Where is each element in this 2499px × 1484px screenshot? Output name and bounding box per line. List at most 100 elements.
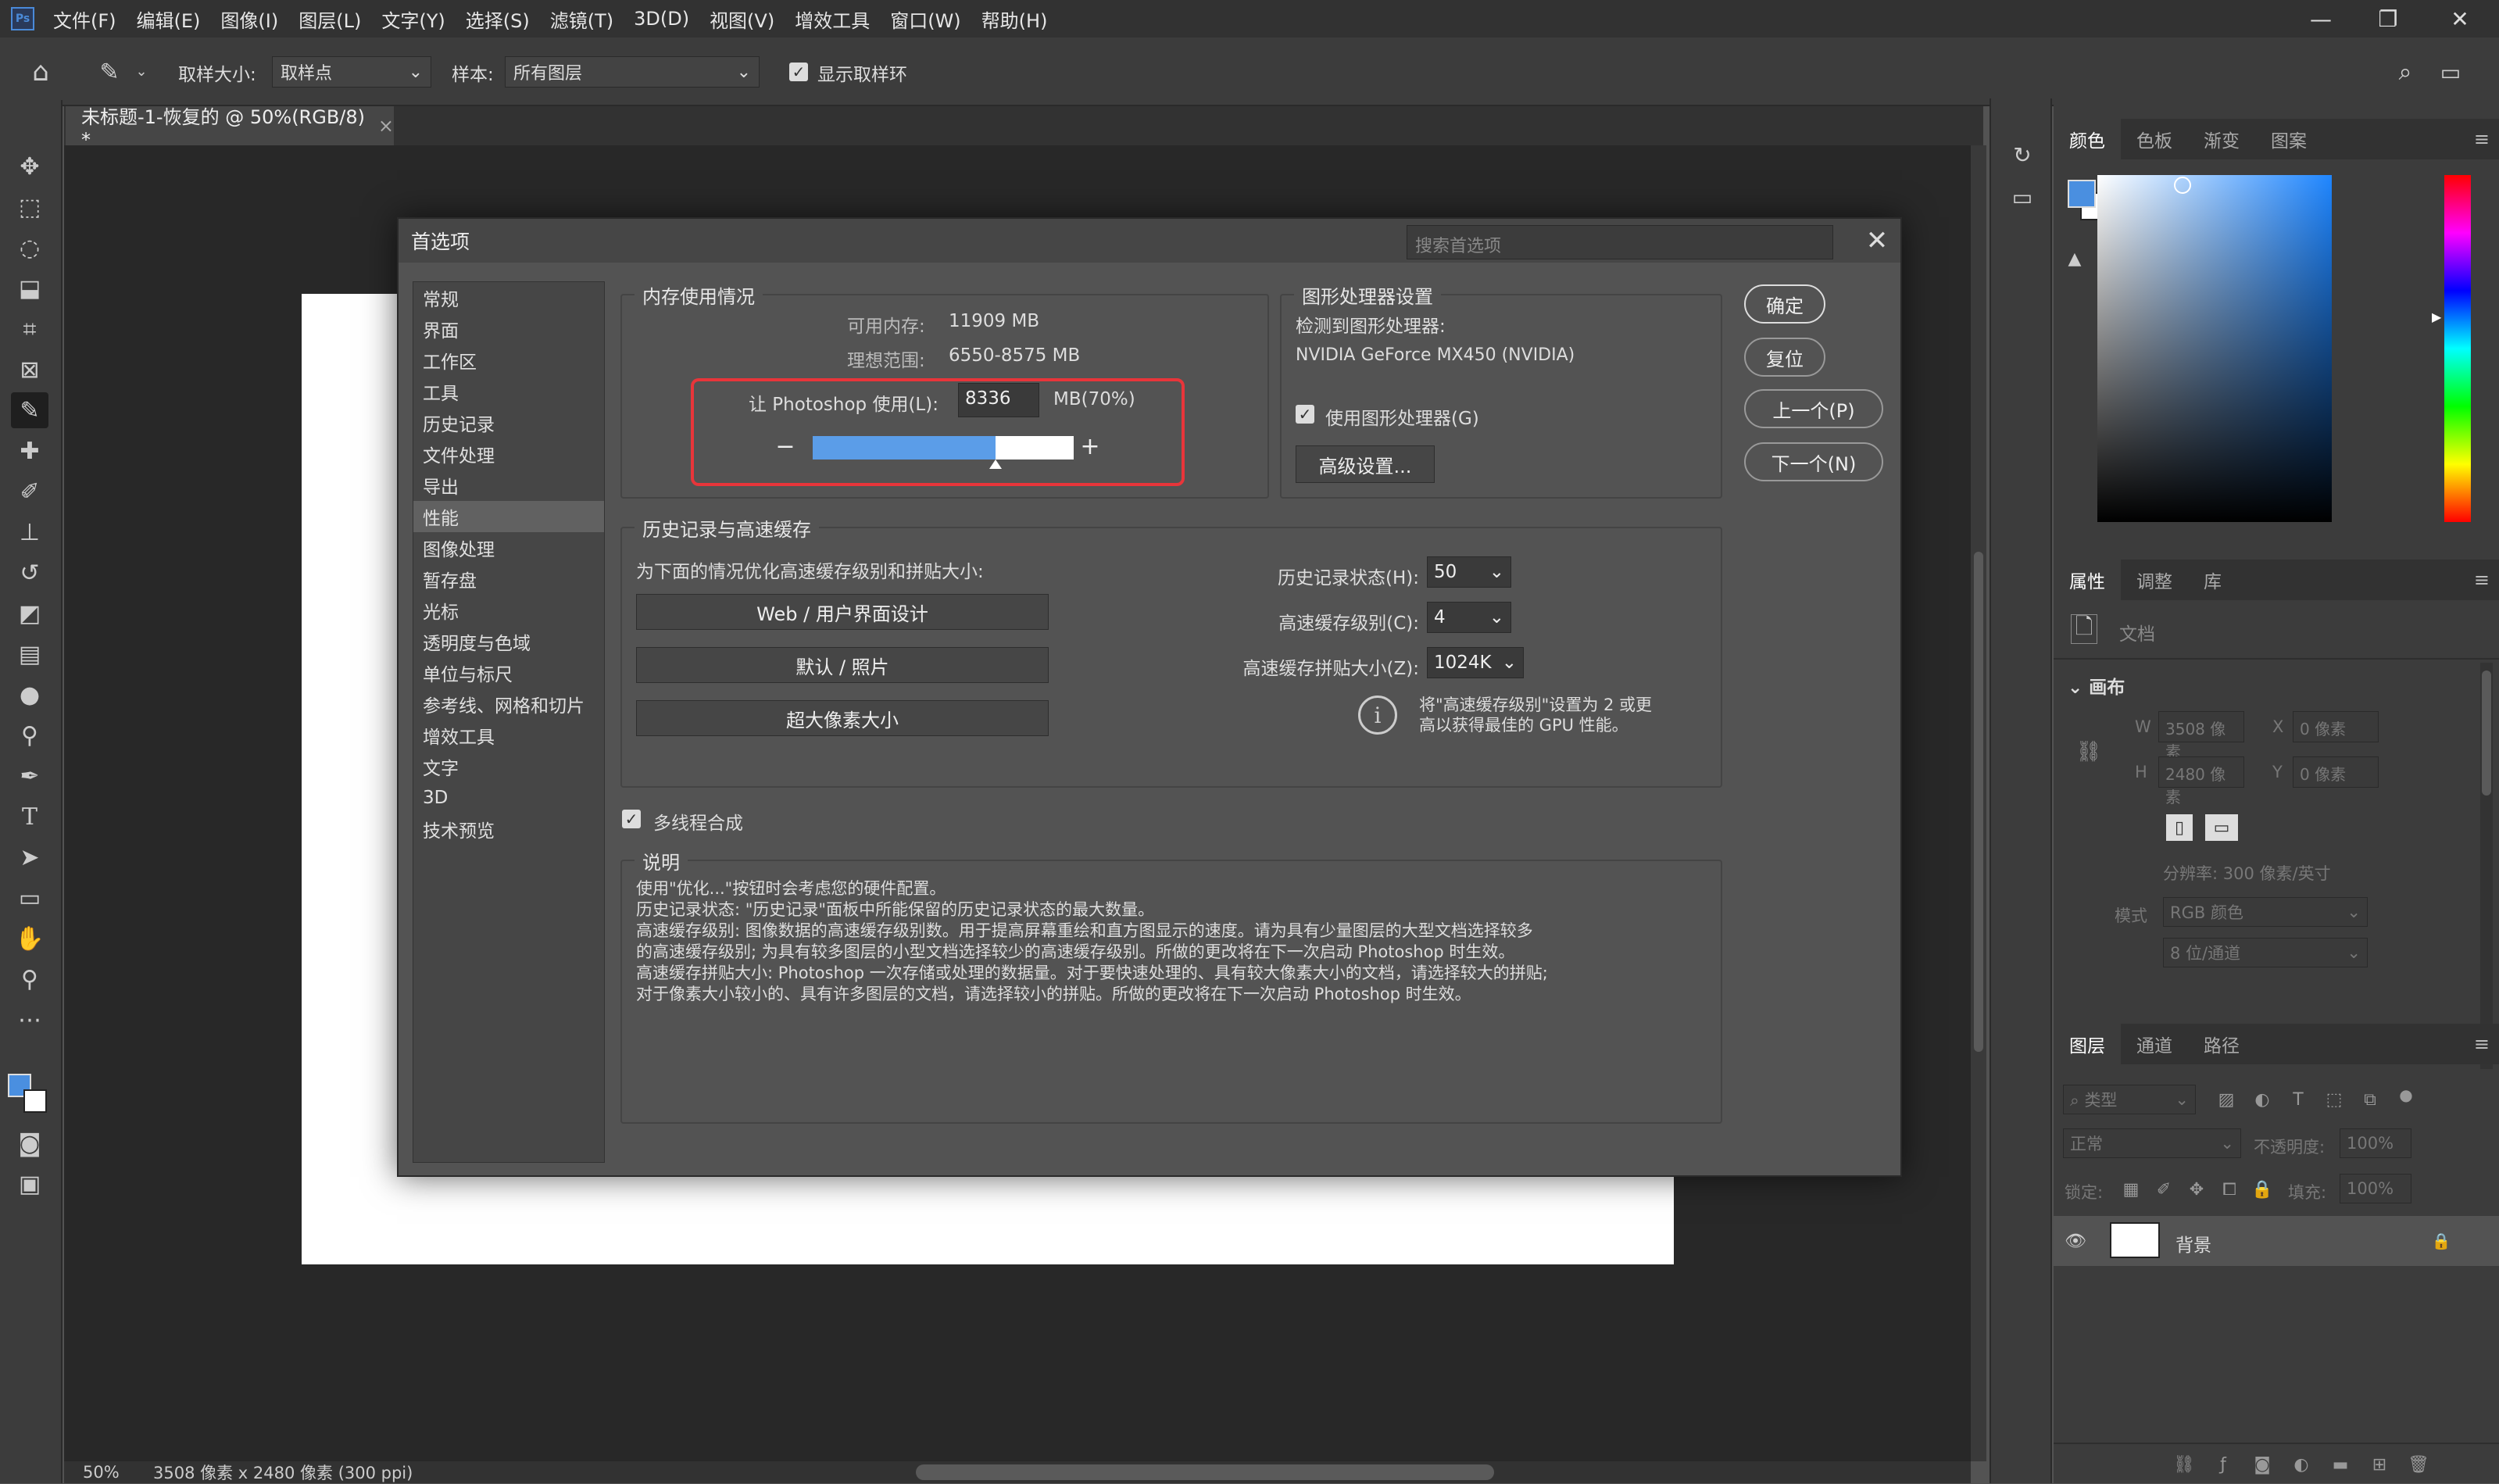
nav-export[interactable]: 导出 [413, 470, 604, 501]
menu-select[interactable]: 选择(S) [466, 5, 530, 33]
opacity-field[interactable]: 100% [2340, 1128, 2411, 1158]
crop-tool-icon[interactable]: ⌗ [11, 311, 48, 347]
memory-amount-input[interactable]: 8336 [958, 383, 1039, 417]
background-color-swatch[interactable] [23, 1089, 47, 1113]
link-layers-icon[interactable]: ⛓ [2171, 1452, 2197, 1477]
tab-gradients[interactable]: 渐变 [2188, 126, 2255, 152]
layer-name[interactable]: 背景 [2175, 1230, 2211, 1257]
rectangle-tool-icon[interactable]: ▭ [11, 880, 48, 916]
nav-performance[interactable]: 性能 [413, 501, 604, 532]
close-window-icon[interactable]: ✕ [2429, 0, 2491, 38]
link-icon[interactable]: ⛓ [2076, 736, 2102, 767]
preferences-search-input[interactable]: 搜索首选项 [1407, 225, 1833, 259]
tab-adjustments[interactable]: 调整 [2121, 567, 2188, 593]
tab-color[interactable]: 颜色 [2054, 119, 2121, 159]
tab-channels[interactable]: 通道 [2121, 1031, 2188, 1057]
color-picker-handle[interactable] [2174, 177, 2191, 194]
eyedropper-tool-icon[interactable]: ✎ [11, 392, 48, 428]
lock-pixels-icon[interactable]: ✐ [2152, 1177, 2175, 1202]
sample-select[interactable]: 所有图层 ⌄ [505, 56, 760, 88]
layer-row[interactable]: 👁 背景 🔒 [2054, 1216, 2499, 1266]
frame-tool-icon[interactable]: ⊠ [11, 352, 48, 388]
layer-filter-select[interactable]: ⌕ 类型 ⌄ [2063, 1085, 2196, 1114]
cache-levels-field[interactable]: 4 ⌄ [1427, 602, 1511, 633]
y-field[interactable]: 0 像素 [2293, 756, 2379, 788]
lock-artboard-icon[interactable]: ⧠ [2218, 1177, 2241, 1202]
chevron-down-icon[interactable]: ⌄ [130, 59, 153, 83]
visibility-eye-icon[interactable]: 👁 [2061, 1227, 2090, 1255]
nav-general[interactable]: 常规 [413, 282, 604, 313]
new-layer-icon[interactable]: ⊞ [2366, 1452, 2393, 1477]
horizontal-scrollbar[interactable] [916, 1464, 1494, 1480]
use-gpu-checkbox[interactable]: ✓ [1296, 405, 1314, 424]
menu-plugins[interactable]: 增效工具 [795, 5, 870, 33]
minus-icon[interactable]: − [774, 433, 797, 460]
new-group-icon[interactable]: ▬ [2327, 1452, 2354, 1477]
nav-3d[interactable]: 3D [413, 782, 604, 814]
tab-layers[interactable]: 图层 [2054, 1024, 2121, 1064]
dialog-close-icon[interactable]: ✕ [1860, 223, 1894, 258]
screen-mode-icon[interactable]: ▣ [11, 1166, 48, 1202]
hue-pointer-icon[interactable]: ▶ [2432, 309, 2441, 324]
vertical-scrollbar[interactable] [1971, 145, 1986, 1461]
hand-tool-icon[interactable]: ✋ [11, 921, 48, 957]
cache-tile-size-select[interactable]: 1024K ⌄ [1427, 647, 1524, 678]
color-fg-swatch[interactable] [2068, 180, 2096, 208]
menu-file[interactable]: 文件(F) [53, 5, 116, 33]
filter-smart-object-icon[interactable]: ⧉ [2358, 1086, 2382, 1113]
bit-depth-select[interactable]: 8 位/通道 ⌄ [2163, 938, 2368, 967]
nav-file-handling[interactable]: 文件处理 [413, 438, 604, 470]
menu-edit[interactable]: 编辑(E) [137, 5, 201, 33]
nav-plugins[interactable]: 增效工具 [413, 720, 604, 751]
memory-slider-track[interactable] [813, 436, 1074, 469]
portrait-orientation-icon[interactable]: ▯ [2166, 814, 2193, 841]
nav-image-processing[interactable]: 图像处理 [413, 532, 604, 563]
lasso-tool-icon[interactable]: ◌ [11, 230, 48, 266]
stamp-tool-icon[interactable]: ⊥ [11, 514, 48, 550]
nav-units-rulers[interactable]: 单位与标尺 [413, 657, 604, 688]
optimize-huge-button[interactable]: 超大像素大小 [636, 700, 1049, 736]
optimize-web-button[interactable]: Web / 用户界面设计 [636, 594, 1049, 630]
previous-button[interactable]: 上一个(P) [1744, 389, 1883, 428]
filter-type-icon[interactable]: T [2286, 1086, 2310, 1113]
tab-patterns[interactable]: 图案 [2255, 126, 2322, 152]
zoom-tool-icon[interactable]: ⚲ [11, 961, 48, 997]
blend-mode-select[interactable]: 正常 ⌄ [2063, 1128, 2241, 1158]
eraser-tool-icon[interactable]: ◩ [11, 595, 48, 631]
nav-workspace[interactable]: 工作区 [413, 345, 604, 376]
filter-toggle-icon[interactable]: ● [2394, 1082, 2418, 1108]
nav-technology-previews[interactable]: 技术预览 [413, 814, 604, 845]
search-icon[interactable]: ⌕ [2388, 55, 2422, 89]
advanced-settings-button[interactable]: 高级设置... [1296, 445, 1435, 483]
gradient-tool-icon[interactable]: ▤ [11, 636, 48, 672]
workspace-icon[interactable]: ▭ [2433, 55, 2468, 89]
menu-layer[interactable]: 图层(L) [299, 5, 361, 33]
nav-interface[interactable]: 界面 [413, 313, 604, 345]
minimize-icon[interactable]: — [2290, 0, 2352, 38]
memory-slider-thumb[interactable] [989, 460, 1002, 469]
nav-type[interactable]: 文字 [413, 751, 604, 782]
more-tools-icon[interactable]: ⋯ [11, 1002, 48, 1038]
filter-shape-icon[interactable]: ⬚ [2322, 1086, 2346, 1113]
show-ring-checkbox[interactable]: ✓ [789, 63, 808, 81]
type-tool-icon[interactable]: T [11, 799, 48, 835]
document-tab[interactable]: 未标题-1-恢复的 @ 50%(RGB/8) * × [66, 106, 394, 151]
color-picker-field[interactable] [2097, 175, 2332, 522]
move-tool-icon[interactable]: ✥ [11, 148, 48, 184]
delete-layer-icon[interactable]: 🗑 [2405, 1452, 2432, 1477]
width-field[interactable]: 3508 像素 [2158, 711, 2244, 761]
panel-menu-icon[interactable]: ≡ [2474, 569, 2490, 591]
add-mask-icon[interactable]: ◙ [2249, 1452, 2276, 1477]
zoom-level[interactable]: 50% [83, 1463, 138, 1482]
menu-window[interactable]: 窗口(W) [890, 5, 960, 33]
nav-guides-grid-slices[interactable]: 参考线、网格和切片 [413, 688, 604, 720]
hue-slider[interactable] [2444, 175, 2471, 522]
landscape-orientation-icon[interactable]: ▭ [2205, 814, 2238, 841]
multithread-checkbox[interactable]: ✓ [622, 810, 641, 828]
mode-select[interactable]: RGB 颜色 ⌄ [2163, 897, 2368, 927]
tab-swatches[interactable]: 色板 [2121, 126, 2188, 152]
pen-tool-icon[interactable]: ✒ [11, 758, 48, 794]
fill-field[interactable]: 100% [2340, 1174, 2411, 1203]
nav-history[interactable]: 历史记录 [413, 407, 604, 438]
tab-libraries[interactable]: 库 [2188, 567, 2237, 593]
